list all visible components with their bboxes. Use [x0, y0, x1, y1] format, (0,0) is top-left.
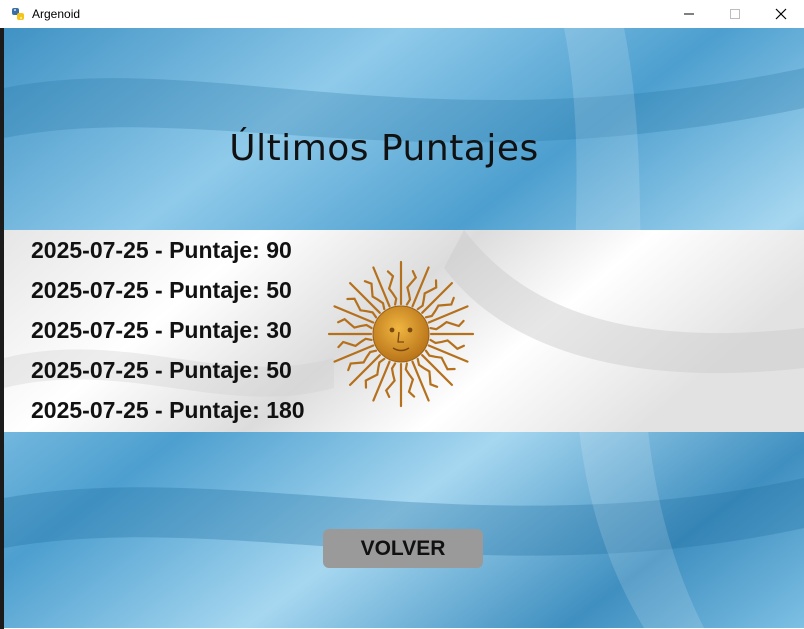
maximize-button[interactable] [712, 0, 758, 28]
score-entry: 2025-07-25 - Puntaje: 30 [31, 317, 292, 343]
python-icon [10, 6, 26, 22]
minimize-button[interactable] [666, 0, 712, 28]
score-entry: 2025-07-25 - Puntaje: 50 [31, 277, 292, 303]
score-list: 2025-07-25 - Puntaje: 90 2025-07-25 - Pu… [31, 235, 305, 435]
title-bar[interactable]: Argenoid [0, 0, 804, 28]
close-icon [775, 8, 787, 20]
back-button[interactable]: VOLVER [323, 529, 483, 568]
score-entry: 2025-07-25 - Puntaje: 180 [31, 397, 305, 423]
minimize-icon [684, 13, 694, 15]
score-entry: 2025-07-25 - Puntaje: 90 [31, 237, 292, 263]
window-title: Argenoid [32, 7, 81, 21]
score-entry: 2025-07-25 - Puntaje: 50 [31, 357, 292, 383]
app-window: Argenoid Últimos Puntajes 2025-07-25 - P… [0, 0, 804, 629]
sun-of-may-icon [327, 260, 475, 408]
game-screen: Últimos Puntajes 2025-07-25 - Puntaje: 9… [4, 28, 804, 628]
maximize-icon [730, 9, 740, 19]
close-button[interactable] [758, 0, 804, 28]
window-controls [666, 0, 804, 28]
page-title: Últimos Puntajes [229, 128, 539, 169]
